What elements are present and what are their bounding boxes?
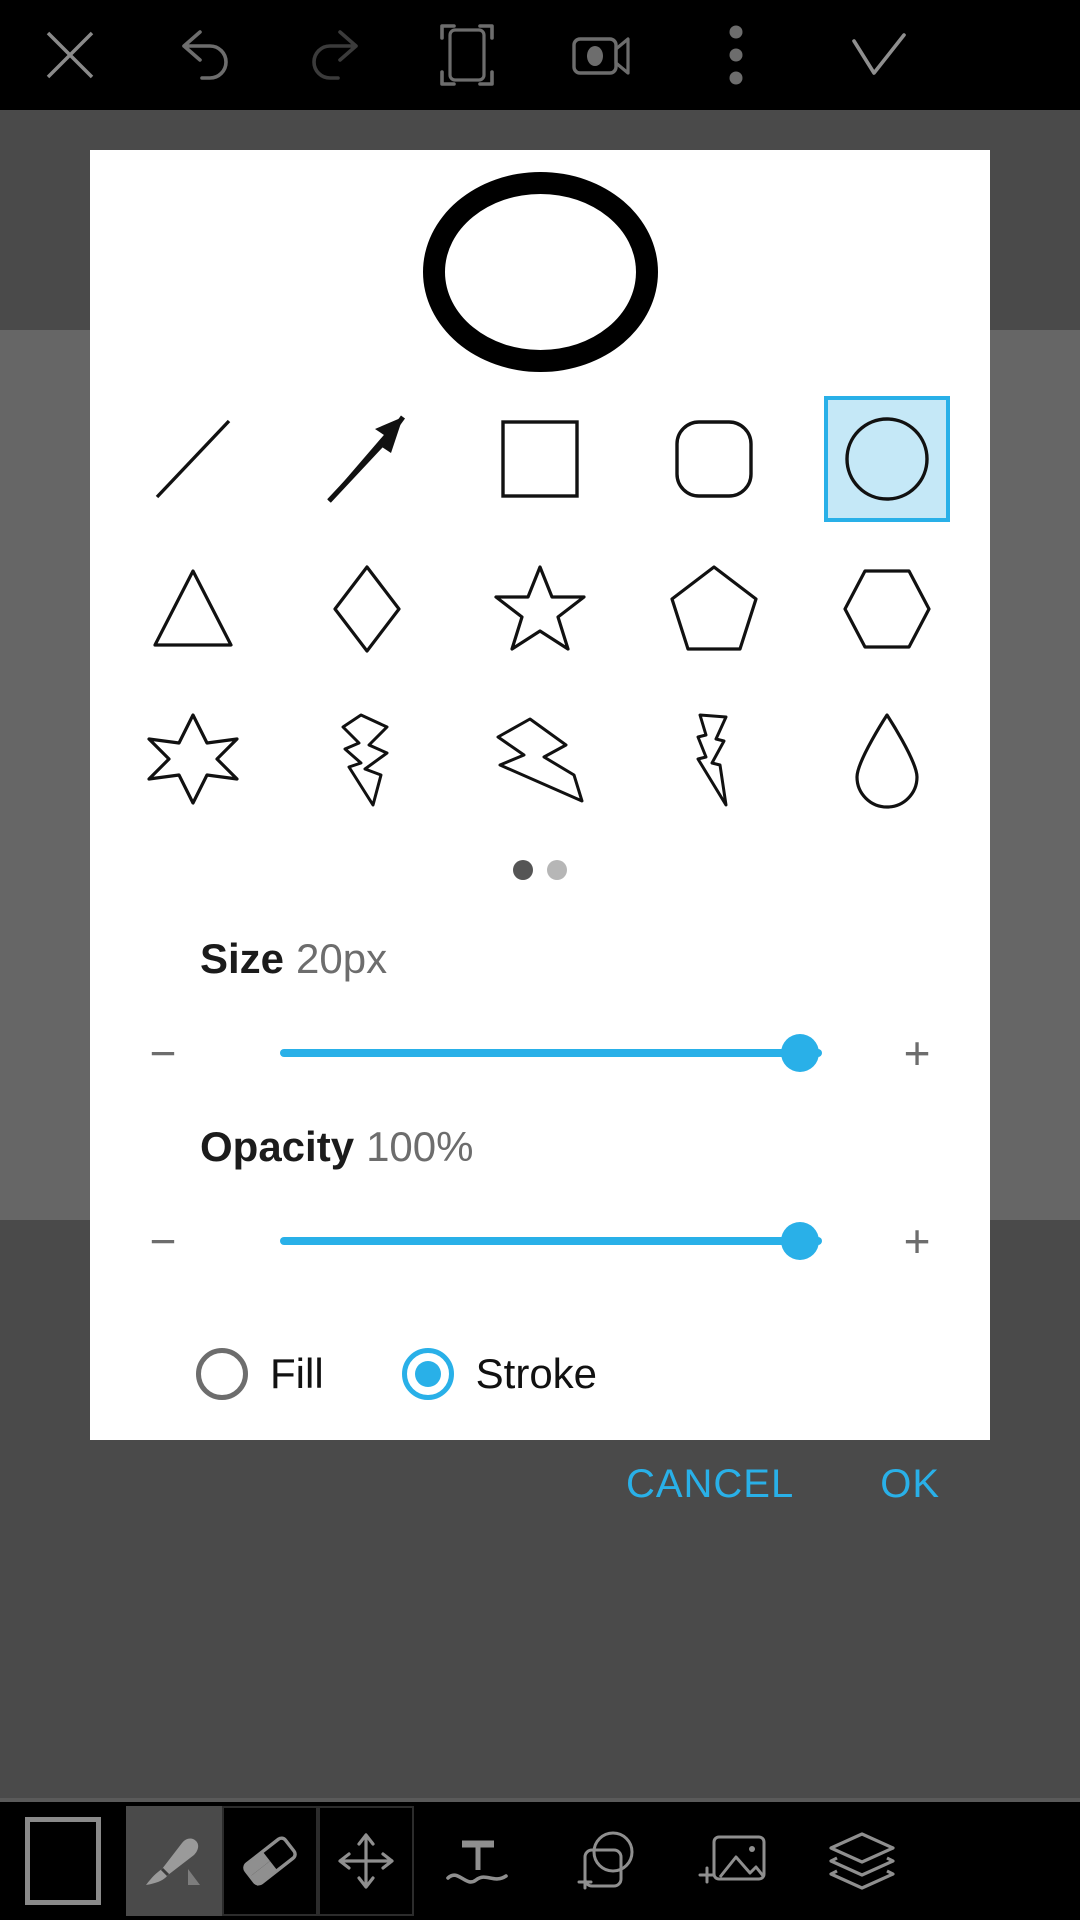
redo-button[interactable]: [270, 0, 400, 110]
move-tool[interactable]: [318, 1802, 414, 1920]
move-icon: [334, 1829, 398, 1893]
teardrop-shape[interactable]: [824, 696, 950, 822]
lightning-bolt-1-shape[interactable]: [304, 696, 430, 822]
size-label-row: Size 20px: [90, 938, 990, 980]
close-icon: [42, 27, 98, 83]
video-button[interactable]: [534, 0, 668, 110]
size-slider-track: [280, 1049, 822, 1057]
more-options-button[interactable]: [668, 0, 804, 110]
video-icon: [568, 29, 634, 81]
top-toolbar: [0, 0, 1080, 110]
opacity-increase-button[interactable]: +: [882, 1206, 952, 1276]
page-dot-active[interactable]: [513, 860, 533, 880]
eraser-tool-box: [222, 1806, 318, 1916]
layers-button[interactable]: [798, 1802, 926, 1920]
lightning-bolt-3-shape[interactable]: [651, 696, 777, 822]
bottom-toolbar: [0, 1802, 1080, 1920]
opacity-slider-thumb[interactable]: [781, 1222, 820, 1260]
shape-row: [130, 684, 950, 834]
opacity-slider-row: − +: [90, 1206, 990, 1276]
layers-icon: [825, 1828, 899, 1894]
rounded-rect-shape[interactable]: [651, 396, 777, 522]
confirm-button[interactable]: [804, 0, 954, 110]
paint-mode-group: Fill Stroke: [90, 1348, 990, 1400]
dialog-actions: CANCEL OK: [90, 1462, 990, 1507]
ok-button[interactable]: OK: [880, 1462, 940, 1507]
eraser-tool[interactable]: [222, 1802, 318, 1920]
size-value: 20px: [296, 935, 388, 982]
opacity-value: 100%: [366, 1123, 474, 1170]
hexagon-shape[interactable]: [824, 546, 950, 672]
stroke-radio[interactable]: Stroke: [401, 1348, 598, 1400]
opacity-label-row: Opacity 100%: [90, 1126, 990, 1168]
shape-settings-dialog: Size 20px − + Opacity 100% − + Fill Stro…: [90, 150, 990, 1506]
brush-tool-box: [126, 1806, 222, 1916]
opacity-slider-track: [280, 1237, 822, 1245]
stroke-radio-label: Stroke: [475, 1350, 598, 1397]
size-slider-row: − +: [90, 1018, 990, 1088]
brush-tool[interactable]: [126, 1802, 222, 1920]
shape-grid: [90, 384, 990, 834]
add-image-icon: [696, 1829, 772, 1893]
redo-icon: [304, 26, 366, 84]
size-setting: Size 20px − +: [90, 938, 990, 1088]
six-point-star-shape[interactable]: [130, 696, 256, 822]
undo-button[interactable]: [140, 0, 270, 110]
size-slider[interactable]: [220, 1018, 860, 1088]
line-shape[interactable]: [130, 396, 256, 522]
rectangle-shape[interactable]: [477, 396, 603, 522]
fill-radio-label: Fill: [270, 1350, 324, 1397]
circle-shape[interactable]: [824, 396, 950, 522]
crop-icon: [436, 20, 498, 90]
triangle-shape[interactable]: [130, 546, 256, 672]
preview-circle-shape: [422, 172, 658, 372]
page-dot-inactive[interactable]: [547, 860, 567, 880]
add-shape-button[interactable]: [542, 1802, 670, 1920]
brush-icon: [138, 1829, 210, 1893]
more-options-icon: [726, 24, 746, 86]
text-tool[interactable]: [414, 1802, 542, 1920]
cancel-button[interactable]: CANCEL: [626, 1462, 794, 1507]
arrow-shape[interactable]: [304, 396, 430, 522]
star-shape[interactable]: [477, 546, 603, 672]
color-swatch-icon: [25, 1817, 101, 1905]
move-tool-box: [318, 1806, 414, 1916]
shape-row: [130, 384, 950, 534]
size-increase-button[interactable]: +: [882, 1018, 952, 1088]
crop-button[interactable]: [400, 0, 534, 110]
add-shape-icon: [569, 1826, 643, 1896]
size-label: Size: [200, 935, 285, 982]
pentagon-shape[interactable]: [651, 546, 777, 672]
stroke-radio-dot: [414, 1361, 441, 1387]
eraser-icon: [235, 1831, 305, 1891]
opacity-slider[interactable]: [220, 1206, 860, 1276]
stroke-radio-ring: [401, 1348, 454, 1400]
size-slider-thumb[interactable]: [781, 1034, 820, 1072]
opacity-decrease-button[interactable]: −: [128, 1206, 198, 1276]
opacity-setting: Opacity 100% − +: [90, 1126, 990, 1276]
fill-radio-ring: [196, 1348, 248, 1400]
text-tool-icon: [442, 1832, 514, 1890]
screen-root: Size 20px − + Opacity 100% − + Fill Stro…: [0, 0, 1080, 1920]
confirm-icon: [846, 27, 912, 83]
fill-radio[interactable]: Fill: [196, 1348, 324, 1400]
page-indicator: [90, 840, 990, 900]
shape-preview: [90, 150, 990, 380]
close-button[interactable]: [0, 0, 140, 110]
diamond-shape[interactable]: [304, 546, 430, 672]
undo-icon: [174, 26, 236, 84]
shape-row: [130, 534, 950, 684]
color-swatch[interactable]: [0, 1802, 126, 1920]
lightning-bolt-2-shape[interactable]: [477, 696, 603, 822]
add-image-button[interactable]: [670, 1802, 798, 1920]
size-decrease-button[interactable]: −: [128, 1018, 198, 1088]
opacity-label: Opacity: [200, 1123, 355, 1170]
